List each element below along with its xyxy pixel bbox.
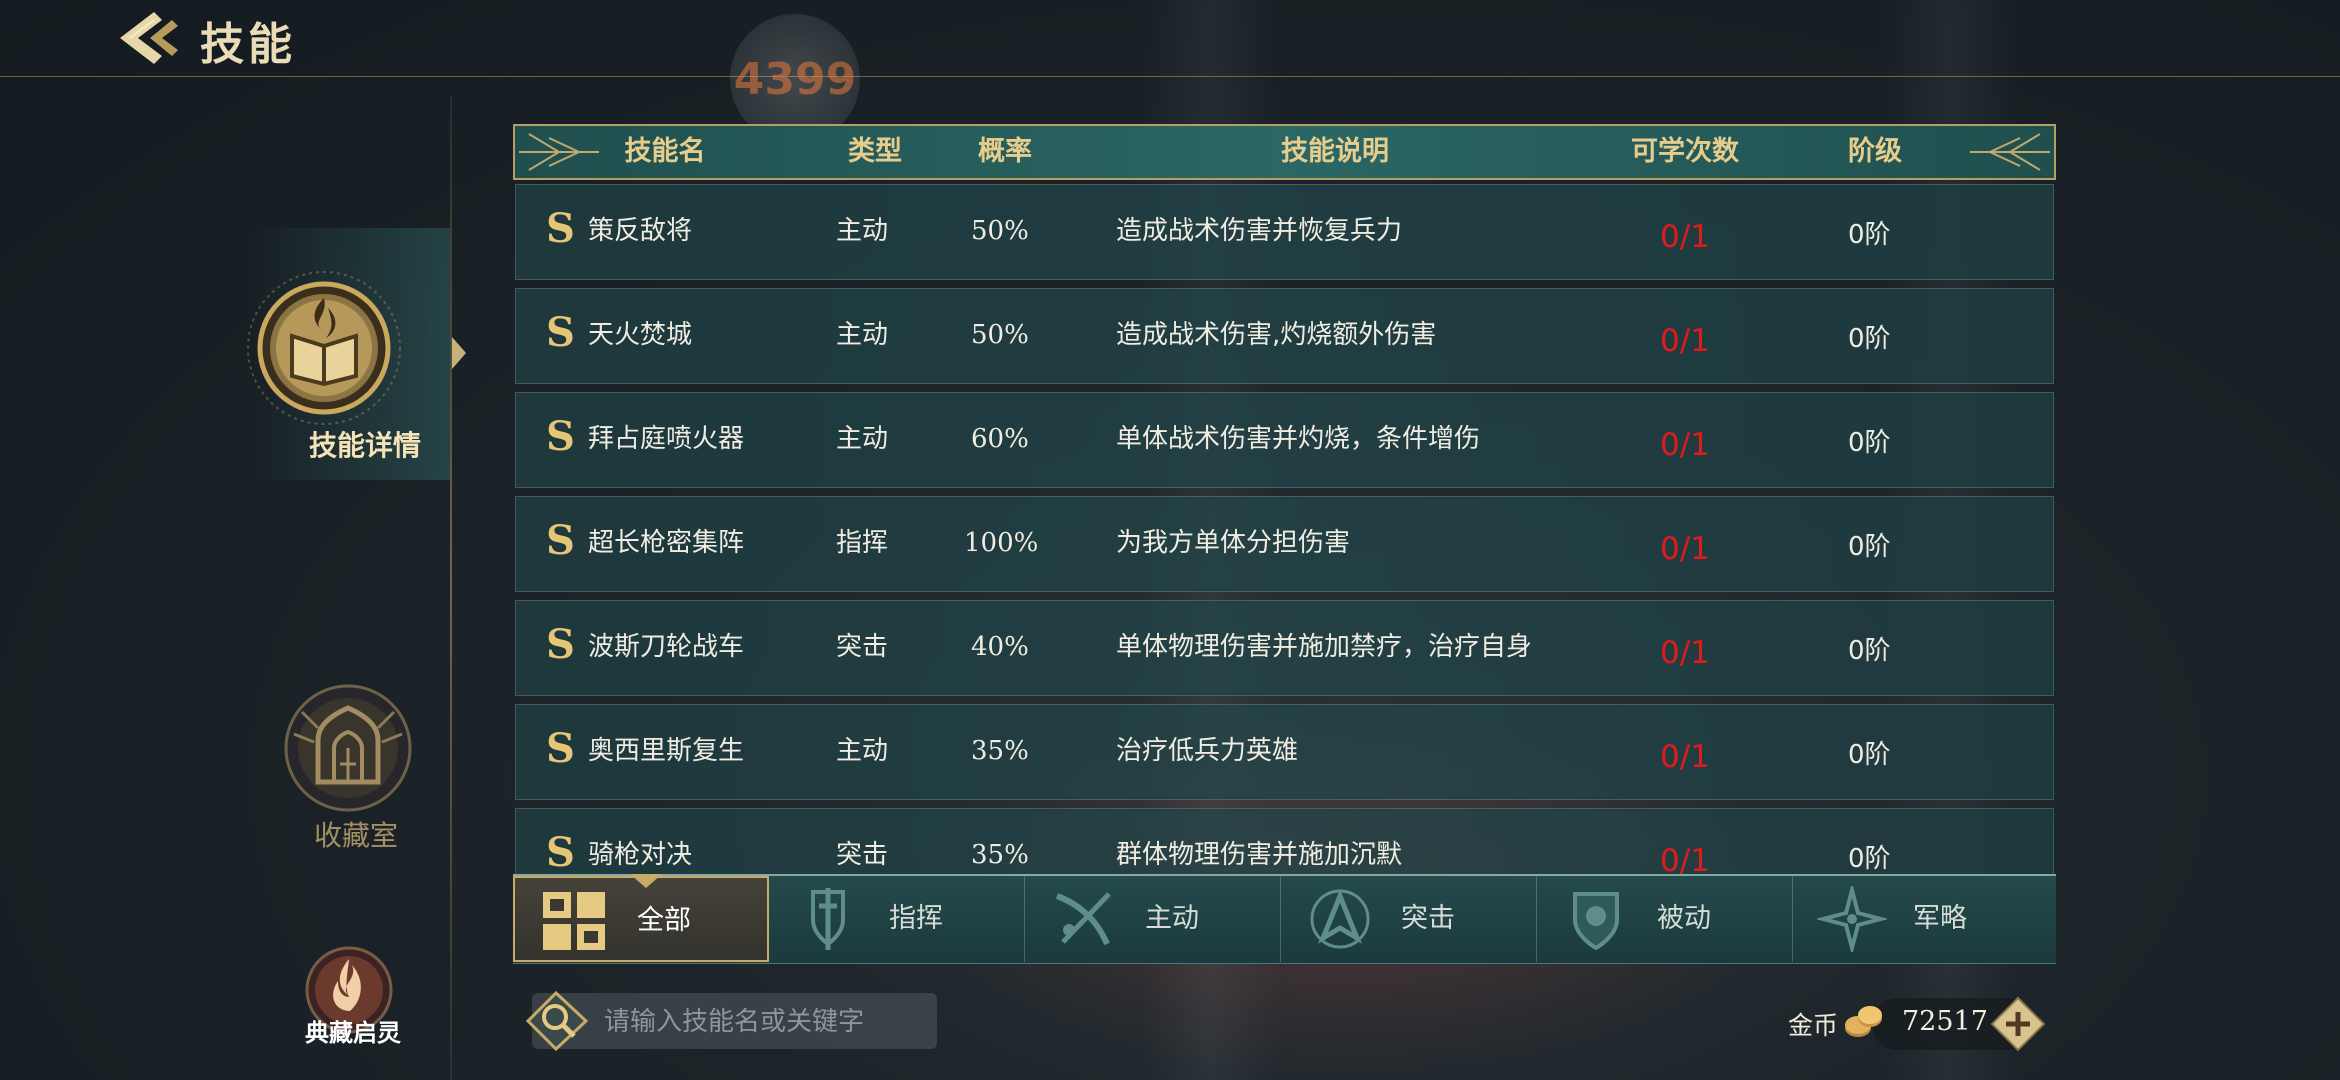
col-header-tier: 阶级 — [1848, 136, 1902, 167]
active-tab-caret — [630, 874, 662, 888]
shrine-emblem-icon — [284, 684, 412, 812]
learn-count: 0/1 — [1660, 323, 1710, 359]
col-header-rate: 概率 — [978, 136, 1032, 167]
skill-type: 主动 — [836, 424, 889, 454]
active-indicator-arrow — [452, 337, 466, 369]
table-row[interactable]: S 天火焚城 主动 50% 造成战术伤害,灼烧额外伤害 0/1 0阶 — [515, 288, 2054, 384]
skill-rate: 35% — [971, 736, 1029, 766]
search-icon[interactable] — [526, 991, 590, 1051]
skill-name: 拜占庭喷火器 — [588, 424, 745, 454]
table-row[interactable]: S 波斯刀轮战车 突击 40% 单体物理伤害并施加禁疗，治疗自身 0/1 0阶 — [515, 600, 2054, 696]
skill-tier: 0阶 — [1848, 532, 1891, 562]
learn-count: 0/1 — [1660, 739, 1710, 775]
skill-tier: 0阶 — [1848, 220, 1891, 250]
filter-tab-active[interactable]: 主动 — [1025, 876, 1281, 962]
skill-description: 治疗低兵力英雄 — [1116, 736, 1299, 766]
skill-rate: 50% — [971, 216, 1029, 246]
arrowhead-icon — [1310, 889, 1370, 949]
filter-label-all: 全部 — [637, 905, 691, 936]
col-header-description: 技能说明 — [1281, 136, 1389, 167]
gold-label: 金币 — [1788, 1011, 1839, 1040]
skill-name: 天火焚城 — [588, 320, 693, 350]
page-title: 技能 — [200, 19, 296, 70]
skill-description: 单体物理伤害并施加禁疗，治疗自身 — [1116, 632, 1533, 662]
table-header: 技能名 类型 概率 技能说明 可学次数 阶级 — [513, 124, 2056, 180]
filter-label-active: 主动 — [1145, 903, 1199, 934]
skill-type: 主动 — [836, 216, 889, 246]
grade-badge: S — [546, 621, 575, 668]
learn-count: 0/1 — [1660, 219, 1710, 255]
skill-type: 主动 — [836, 736, 889, 766]
nav-label-skill-detail: 技能详情 — [308, 429, 421, 462]
skill-description: 单体战术伤害并灼烧，条件增伤 — [1116, 424, 1481, 454]
skill-name: 策反敌将 — [588, 216, 693, 246]
book-flame-emblem-icon — [247, 271, 401, 425]
col-header-learn-count: 可学次数 — [1631, 136, 1739, 167]
sword-shield-icon — [811, 888, 845, 950]
skill-tier: 0阶 — [1848, 428, 1891, 458]
filter-label-passive: 被动 — [1657, 903, 1711, 934]
grid-icon — [543, 892, 605, 950]
filter-tab-command[interactable]: 指挥 — [769, 876, 1025, 962]
grade-badge: S — [546, 517, 575, 564]
search-box — [526, 991, 937, 1051]
back-button[interactable] — [110, 6, 190, 70]
table-row[interactable]: S 策反敌将 主动 50% 造成战术伤害并恢复兵力 0/1 0阶 — [515, 184, 2054, 280]
skill-name: 超长枪密集阵 — [588, 528, 745, 558]
add-gold-button[interactable] — [1990, 996, 2046, 1052]
skill-description: 造成战术伤害,灼烧额外伤害 — [1116, 320, 1437, 350]
table-row[interactable]: S 超长枪密集阵 指挥 100% 为我方单体分担伤害 0/1 0阶 — [515, 496, 2054, 592]
header-ornament-right — [1970, 133, 2050, 171]
nav-item-collection[interactable]: 收藏室 — [270, 678, 430, 858]
nav-label-classic: 典藏启灵 — [305, 1019, 401, 1047]
grade-badge: S — [546, 309, 575, 356]
filter-label-command: 指挥 — [889, 903, 943, 934]
skill-tier: 0阶 — [1848, 740, 1891, 770]
skill-rate: 60% — [971, 424, 1029, 454]
filter-tab-assault[interactable]: 突击 — [1281, 876, 1537, 962]
grade-badge: S — [546, 725, 575, 772]
gold-amount: 72517 — [1902, 1006, 1988, 1037]
skill-name: 波斯刀轮战车 — [588, 632, 745, 662]
filter-tab-all[interactable]: 全部 — [513, 876, 769, 962]
compass-star-icon — [1817, 886, 1887, 952]
learn-count: 0/1 — [1660, 531, 1710, 567]
skill-type: 突击 — [836, 632, 889, 662]
grade-badge: S — [546, 205, 575, 252]
skill-rate: 100% — [964, 528, 1039, 558]
filter-label-assault: 突击 — [1401, 903, 1455, 934]
grade-badge: S — [546, 413, 575, 460]
col-header-name: 技能名 — [624, 136, 706, 167]
table-row[interactable]: S 奥西里斯复生 主动 35% 治疗低兵力英雄 0/1 0阶 — [515, 704, 2054, 800]
learn-count: 0/1 — [1660, 635, 1710, 671]
nav-item-skill-detail[interactable]: 技能详情 — [247, 228, 450, 480]
skill-type-filter-bar: 全部 指挥 主动 突击 被动 军略 — [513, 874, 2056, 964]
nav-item-classic[interactable]: 典藏启灵 — [290, 945, 410, 1075]
skill-rate: 40% — [971, 632, 1029, 662]
crossed-blades-icon — [1055, 892, 1111, 946]
skill-list[interactable]: S 策反敌将 主动 50% 造成战术伤害并恢复兵力 0/1 0阶 S 天火焚城 … — [513, 184, 2056, 988]
skill-rate: 50% — [971, 320, 1029, 350]
skill-tier: 0阶 — [1848, 636, 1891, 666]
filter-tab-passive[interactable]: 被动 — [1537, 876, 1793, 962]
search-input[interactable] — [602, 993, 931, 1051]
skill-description: 造成战术伤害并恢复兵力 — [1116, 216, 1403, 246]
back-arrow-icon — [120, 12, 178, 64]
top-bar: 技能 — [0, 0, 2340, 77]
nav-divider — [450, 95, 452, 1080]
nav-label-collection: 收藏室 — [313, 819, 398, 852]
col-header-type: 类型 — [848, 136, 902, 167]
learn-count: 0/1 — [1660, 427, 1710, 463]
filter-label-strategy: 军略 — [1913, 903, 1967, 934]
filter-tab-strategy[interactable]: 军略 — [1793, 876, 2049, 962]
shield-icon — [1573, 892, 1619, 951]
skill-type: 主动 — [836, 320, 889, 350]
skill-tier: 0阶 — [1848, 324, 1891, 354]
gold-coins-icon — [1845, 1006, 1882, 1037]
skill-name: 奥西里斯复生 — [588, 736, 745, 766]
skill-table: 技能名 类型 概率 技能说明 可学次数 阶级 S 策反敌将 主动 50% 造成战… — [513, 124, 2056, 904]
skill-type: 指挥 — [836, 528, 889, 558]
table-row[interactable]: S 拜占庭喷火器 主动 60% 单体战术伤害并灼烧，条件增伤 0/1 0阶 — [515, 392, 2054, 488]
skill-description: 为我方单体分担伤害 — [1116, 528, 1351, 558]
